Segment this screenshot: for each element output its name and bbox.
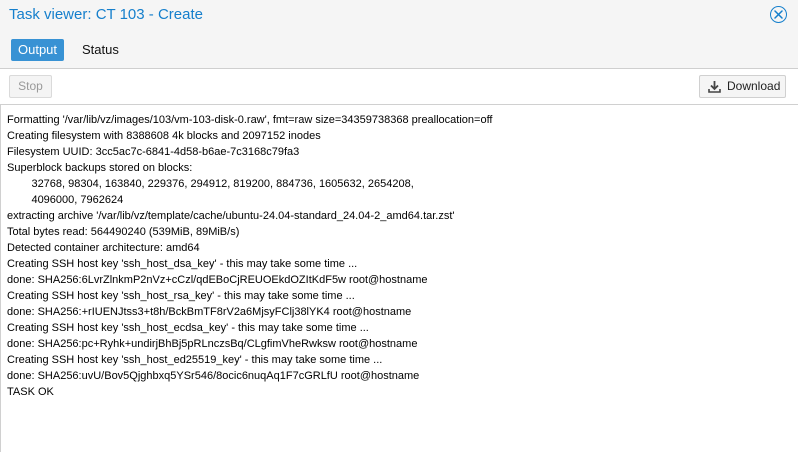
close-circle-icon bbox=[774, 10, 783, 19]
log-line: Creating SSH host key 'ssh_host_ecdsa_ke… bbox=[7, 322, 369, 334]
log-line: Superblock backups stored on blocks: bbox=[7, 162, 193, 174]
window-titlebar: Task viewer: CT 103 - Create bbox=[0, 0, 798, 29]
task-output-log[interactable]: Formatting '/var/lib/vz/images/103/vm-10… bbox=[0, 105, 798, 452]
tab-bar: Output Status bbox=[0, 29, 798, 69]
log-line: extracting archive '/var/lib/vz/template… bbox=[7, 210, 455, 222]
log-line: Formatting '/var/lib/vz/images/103/vm-10… bbox=[7, 114, 493, 126]
log-line: Creating SSH host key 'ssh_host_rsa_key'… bbox=[7, 290, 355, 302]
log-line: done: SHA256:+rIUENJtss3+t8h/BckBmTF8rV2… bbox=[7, 306, 412, 318]
toolbar: Stop Download bbox=[0, 69, 798, 105]
log-line: done: SHA256:uvU/Bov5Qjghbxq5YSr546/8oci… bbox=[7, 370, 420, 382]
log-line: Creating SSH host key 'ssh_host_dsa_key'… bbox=[7, 258, 358, 270]
log-line: Creating filesystem with 8388608 4k bloc… bbox=[7, 130, 321, 142]
tab-status[interactable]: Status bbox=[75, 39, 126, 61]
download-icon bbox=[708, 81, 721, 93]
log-line: Filesystem UUID: 3cc5ac7c-6841-4d58-b6ae… bbox=[7, 146, 300, 158]
tab-output[interactable]: Output bbox=[11, 39, 65, 61]
download-label: Download bbox=[727, 79, 781, 93]
close-button[interactable] bbox=[770, 6, 787, 23]
log-line: 4096000, 7962624 bbox=[7, 194, 124, 206]
log-line: Total bytes read: 564490240 (539MiB, 89M… bbox=[7, 226, 240, 238]
log-line: 32768, 98304, 163840, 229376, 294912, 81… bbox=[7, 178, 414, 190]
log-line: Detected container architecture: amd64 bbox=[7, 242, 200, 254]
log-line: Creating SSH host key 'ssh_host_ed25519_… bbox=[7, 354, 383, 366]
stop-button[interactable]: Stop bbox=[9, 75, 52, 98]
download-button[interactable]: Download bbox=[699, 75, 786, 98]
log-line: TASK OK bbox=[7, 386, 54, 398]
log-line: done: SHA256:6LvrZlnkmP2nVz+cCzl/qdEBoCj… bbox=[7, 274, 428, 286]
log-line: done: SHA256:pc+Ryhk+undirjBhBj5pRLnczsB… bbox=[7, 338, 418, 350]
window-title: Task viewer: CT 103 - Create bbox=[9, 6, 203, 23]
